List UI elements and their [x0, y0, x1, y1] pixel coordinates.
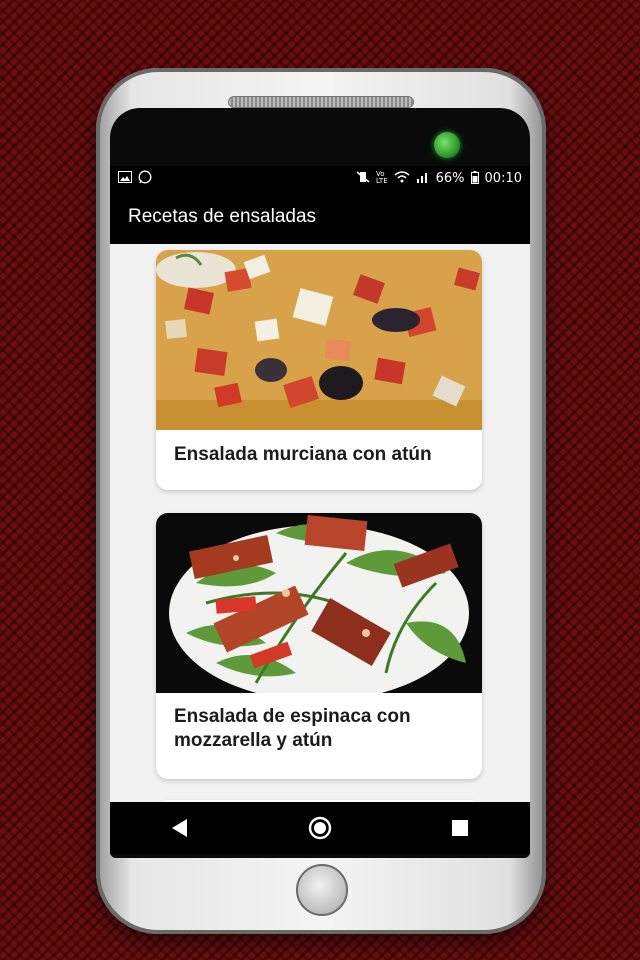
- recents-icon: [452, 820, 468, 836]
- navigation-bar: [110, 802, 530, 854]
- vibrate-mute-icon: [356, 171, 370, 185]
- recents-button[interactable]: [440, 808, 480, 848]
- status-time: 00:10: [484, 170, 522, 186]
- speaker-grill: [228, 96, 414, 108]
- recipe-card[interactable]: Ensalada murciana con atún: [156, 250, 482, 490]
- recipe-title: Ensalada de espinaca con mozzarella y at…: [174, 706, 411, 751]
- image-icon: [118, 171, 132, 185]
- front-sensor: [434, 132, 460, 158]
- battery-percent: 66%: [435, 170, 465, 186]
- home-nav-button[interactable]: [300, 808, 340, 848]
- app-bar: Recetas de ensaladas: [110, 190, 530, 244]
- app-title: Recetas de ensaladas: [128, 206, 317, 227]
- status-bar: Vo LTE 66% 00:10: [110, 166, 530, 190]
- app-screen: Vo LTE 66% 00:10 Recetas de ensaladas En…: [110, 166, 530, 854]
- wifi-icon: [394, 171, 410, 185]
- recipe-image: [156, 513, 482, 693]
- battery-icon: [470, 170, 479, 186]
- back-icon: [172, 819, 187, 837]
- back-button[interactable]: [160, 808, 200, 848]
- signal-icon: [416, 171, 430, 185]
- whatsapp-icon: [138, 170, 152, 186]
- volte-icon: Vo LTE: [375, 170, 388, 185]
- home-icon: [308, 816, 332, 840]
- recipe-card[interactable]: Ensalada de espinaca con mozzarella y at…: [156, 513, 482, 779]
- recipe-image: [156, 250, 482, 430]
- recipe-title: Ensalada murciana con atún: [174, 444, 432, 465]
- hardware-home-button[interactable]: [296, 864, 348, 916]
- recipe-list[interactable]: Ensalada murciana con atún Ensalada de e…: [110, 244, 530, 802]
